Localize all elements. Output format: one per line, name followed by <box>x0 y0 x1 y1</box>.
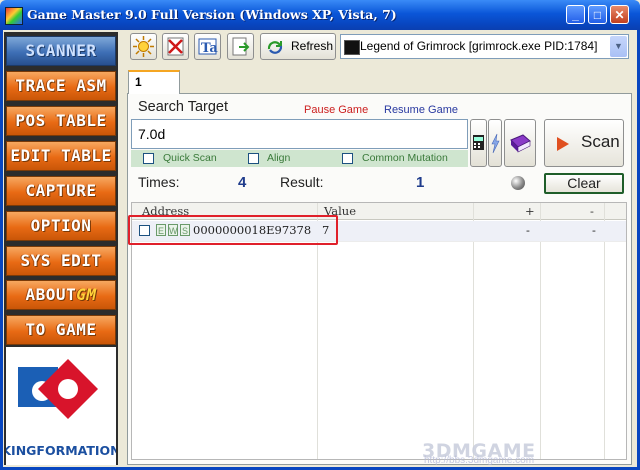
calculator-icon <box>473 135 484 150</box>
toolbar-burst-button[interactable] <box>130 33 157 60</box>
close-button[interactable]: ✕ <box>610 5 629 24</box>
sidebar-item-about[interactable]: ABOUTGM <box>6 280 116 310</box>
row-plus[interactable]: - <box>526 223 530 237</box>
refresh-button[interactable]: Refresh <box>260 33 336 60</box>
tab-1[interactable]: 1 <box>128 70 180 94</box>
lightning-button[interactable] <box>488 119 502 167</box>
status-sphere-icon <box>511 176 525 190</box>
times-value: 4 <box>238 174 247 191</box>
lightning-icon <box>491 133 500 154</box>
sidebar-item-capture[interactable]: CAPTURE <box>6 176 116 206</box>
kingformation-logo-icon: KINGFORMATION <box>1 359 121 458</box>
sidebar-item-option[interactable]: OPTION <box>6 211 116 241</box>
logo-text: KINGFORMATION <box>6 443 116 458</box>
toolbar-text-button[interactable]: Ta <box>194 33 221 60</box>
clear-button[interactable]: Clear <box>544 173 624 194</box>
window-title: Game Master 9.0 Full Version (Windows XP… <box>27 7 397 22</box>
calculator-button[interactable] <box>470 119 487 167</box>
app-icon <box>5 7 23 25</box>
title-bar: Game Master 9.0 Full Version (Windows XP… <box>0 0 640 30</box>
column-header-minus[interactable]: - <box>590 204 594 218</box>
common-mutation-label: Common Mutation <box>362 152 448 164</box>
refresh-icon <box>266 39 284 64</box>
toolbar-delete-button[interactable] <box>162 33 189 60</box>
result-value: 1 <box>416 174 425 191</box>
search-input[interactable]: 7.0d <box>131 119 468 149</box>
play-icon <box>557 137 569 151</box>
scan-label: Scan <box>581 132 620 151</box>
highlight-annotation <box>128 215 338 245</box>
pause-game-link[interactable]: Pause Game <box>304 104 368 116</box>
align-checkbox[interactable] <box>248 153 259 164</box>
sidebar: SCANNER TRACE ASM POS TABLE EDIT TABLE C… <box>1 32 121 465</box>
chevron-down-icon[interactable]: ▼ <box>610 36 627 57</box>
scan-button[interactable]: Scan <box>544 119 624 167</box>
gm-badge: GM <box>76 285 97 304</box>
watermark-url: http://bbs.3dmgame.com <box>424 455 535 466</box>
result-label: Result: <box>280 174 324 190</box>
search-target-label: Search Target <box>138 99 229 115</box>
row-minus[interactable]: - <box>592 223 596 237</box>
common-mutation-checkbox[interactable] <box>342 153 353 164</box>
align-label: Align <box>267 152 291 164</box>
book-icon <box>510 134 531 153</box>
quick-scan-checkbox[interactable] <box>143 153 154 164</box>
process-select[interactable]: Legend of Grimrock [grimrock.exe PID:178… <box>340 34 629 59</box>
minimize-button[interactable]: _ <box>566 5 585 24</box>
kingformation-logo: KINGFORMATION <box>1 347 121 465</box>
export-icon <box>232 37 250 56</box>
maximize-button[interactable]: □ <box>588 5 607 24</box>
refresh-label: Refresh <box>291 39 334 53</box>
resume-game-link[interactable]: Resume Game <box>384 104 458 116</box>
toolbar-export-button[interactable] <box>227 33 254 60</box>
svg-text:Ta: Ta <box>201 41 218 56</box>
game-icon <box>344 40 360 55</box>
column-header-plus[interactable]: + <box>525 204 535 218</box>
sidebar-item-trace-asm[interactable]: TRACE ASM <box>6 71 116 101</box>
sidebar-item-edit-table[interactable]: EDIT TABLE <box>6 141 116 171</box>
text-icon: Ta <box>198 38 218 56</box>
sidebar-item-to-game[interactable]: TO GAME <box>6 315 116 345</box>
sidebar-item-pos-table[interactable]: POS TABLE <box>6 106 116 136</box>
sidebar-item-scanner[interactable]: SCANNER <box>6 36 116 66</box>
times-label: Times: <box>138 174 180 190</box>
sidebar-item-sys-edit[interactable]: SYS EDIT <box>6 246 116 276</box>
quick-scan-label: Quick Scan <box>163 152 217 164</box>
sidebar-item-about-label: ABOUT <box>25 285 77 304</box>
window-frame-left <box>0 30 3 470</box>
cross-icon <box>167 37 184 56</box>
book-button[interactable] <box>504 119 536 167</box>
process-name: Legend of Grimrock [grimrock.exe PID:178… <box>360 39 598 53</box>
burst-icon <box>133 36 154 57</box>
